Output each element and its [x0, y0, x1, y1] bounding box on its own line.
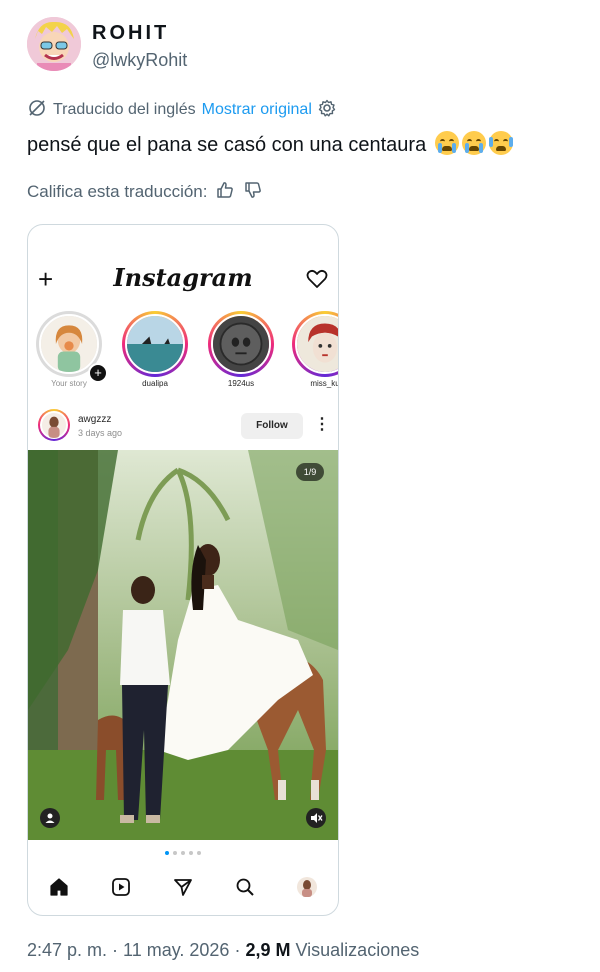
carousel-dot	[173, 851, 177, 855]
carousel-dot	[165, 851, 169, 855]
views-count: 2,9 M	[245, 940, 291, 960]
more-options-icon[interactable]: ⋮	[314, 413, 330, 439]
tweet-date[interactable]: 11 may. 2026	[123, 940, 229, 960]
story-miss-ku[interactable]: miss_ku	[290, 311, 339, 388]
author-avatar[interactable]	[27, 17, 81, 71]
media-card[interactable]: + Instagram + Your story dualipa 1924us	[27, 224, 339, 916]
carousel-dot	[181, 851, 185, 855]
instagram-logo: Instagram	[113, 263, 253, 292]
heart-icon[interactable]	[306, 269, 328, 294]
post-username[interactable]: awgzzz	[78, 414, 111, 425]
tweet-time[interactable]: 2:47 p. m.	[27, 940, 107, 960]
send-icon[interactable]	[168, 872, 198, 902]
thumbs-down-icon[interactable]	[243, 180, 263, 205]
rate-translation-row: Califica esta traducción:	[27, 180, 263, 204]
loudly-crying-face-icon	[434, 131, 459, 155]
views-label: Visualizaciones	[290, 940, 420, 960]
story-ring	[122, 311, 188, 377]
carousel-dots	[28, 851, 338, 855]
profile-icon[interactable]	[292, 872, 322, 902]
author-handle[interactable]: @lwkyRohit	[92, 50, 187, 71]
story-your-story[interactable]: + Your story	[34, 311, 108, 388]
post-timestamp: 3 days ago	[78, 428, 123, 438]
translation-row: Traducido del inglés Mostrar original	[27, 99, 336, 121]
carousel-counter: 1/9	[296, 463, 324, 481]
instagram-bottom-nav	[28, 867, 338, 907]
story-dualipa[interactable]: dualipa	[120, 311, 190, 388]
story-thumbnail	[211, 314, 271, 374]
tagged-user-icon[interactable]	[40, 808, 60, 828]
story-label: 1924us	[227, 379, 255, 388]
story-thumbnail	[295, 314, 338, 374]
translation-label: Traducido del inglés	[53, 101, 196, 118]
follow-button[interactable]: Follow	[241, 413, 303, 439]
story-ring	[208, 311, 274, 377]
loudly-crying-face-icon	[461, 131, 486, 155]
story-ring: +	[36, 311, 108, 383]
post-header: awgzzz 3 days ago Follow ⋮	[38, 409, 330, 445]
carousel-dot	[197, 851, 201, 855]
meta-separator: ·	[229, 940, 246, 960]
rate-label: Califica esta traducción:	[27, 182, 208, 201]
home-icon[interactable]	[44, 872, 74, 902]
story-label: dualipa	[142, 379, 168, 388]
tweet-meta: 2:47 p. m. · 11 may. 2026 · 2,9 M Visual…	[27, 940, 419, 961]
mute-icon[interactable]	[306, 808, 326, 828]
story-1924us[interactable]: 1924us	[206, 311, 276, 388]
author-name[interactable]: ROHIT	[92, 22, 169, 45]
thumbs-up-icon[interactable]	[215, 180, 235, 205]
meta-separator: ·	[107, 940, 124, 960]
reels-icon[interactable]	[106, 872, 136, 902]
tweet-body: pensé que el pana se casó con una centau…	[27, 134, 427, 156]
story-ring	[292, 311, 338, 377]
gear-icon[interactable]	[318, 99, 336, 122]
tears-of-joy-icon	[488, 131, 513, 155]
add-story-icon[interactable]: +	[88, 363, 108, 383]
story-thumbnail	[125, 314, 185, 374]
translate-icon	[27, 98, 47, 123]
tweet-text: pensé que el pana se casó con una centau…	[27, 131, 513, 157]
avatar[interactable]	[38, 409, 70, 441]
show-original-link[interactable]: Mostrar original	[202, 101, 312, 119]
post-photo[interactable]	[28, 450, 338, 840]
story-label: miss_ku	[310, 379, 339, 388]
search-icon[interactable]	[230, 872, 260, 902]
carousel-dot	[189, 851, 193, 855]
